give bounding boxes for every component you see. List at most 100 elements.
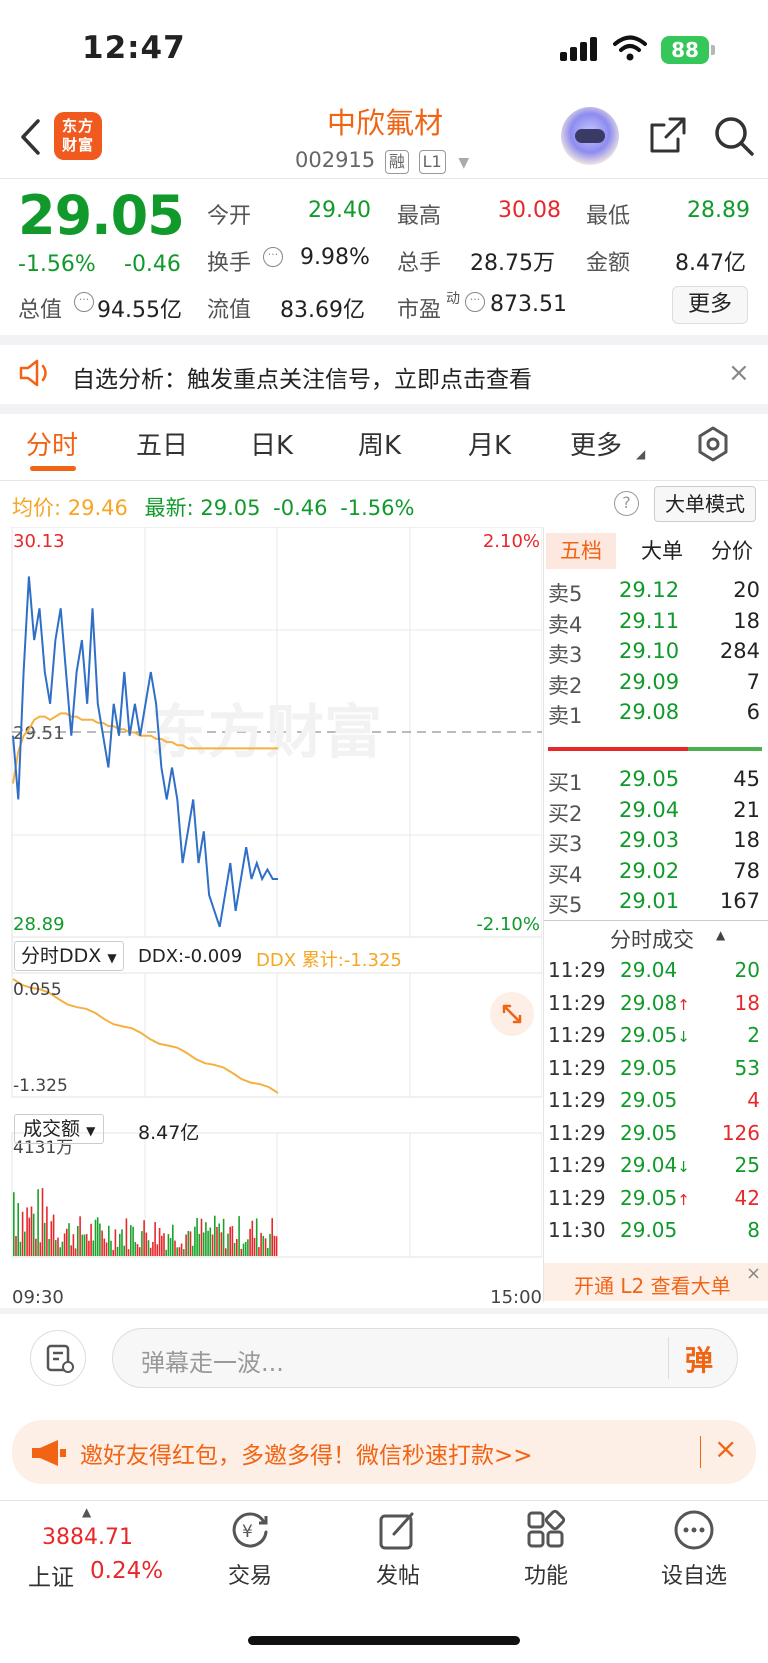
volume-bar (260, 1232, 262, 1256)
volume-bar (178, 1247, 181, 1256)
volume-bar (114, 1229, 117, 1256)
tab-more[interactable]: 更多 (570, 425, 622, 462)
volume-bar (125, 1218, 128, 1256)
expand-icon[interactable] (490, 992, 534, 1036)
nav-watchlist-label: 设自选 (660, 1564, 727, 1589)
volume-bar (52, 1214, 55, 1256)
tab-daily-k[interactable]: 日K (250, 425, 293, 462)
bid-row[interactable]: 买4 29.02 78 (544, 859, 768, 889)
danmaku-send-button[interactable]: 弹 (685, 1339, 713, 1379)
volume-bar (96, 1217, 99, 1256)
info-icon[interactable]: ··· (263, 247, 283, 267)
ai-assistant-icon[interactable] (561, 107, 619, 165)
notes-icon[interactable] (30, 1330, 86, 1386)
trade-time: 11:29 (548, 958, 606, 982)
back-icon[interactable] (18, 118, 42, 156)
stock-code-row[interactable]: 002915 融 L1 ▼ (295, 148, 469, 174)
volume-bar (163, 1233, 165, 1256)
volume-bar (264, 1238, 267, 1256)
info-icon[interactable]: ··· (74, 292, 94, 312)
tab-weekly-k[interactable]: 周K (358, 425, 401, 462)
help-icon[interactable]: ? (614, 491, 639, 516)
volume-bar (26, 1207, 28, 1256)
volume-bar (48, 1239, 50, 1256)
share-icon[interactable] (648, 115, 688, 155)
volume-label: 总手 (397, 251, 442, 276)
float-cap-label: 流值 (207, 298, 252, 323)
nav-functions[interactable]: 功能 (496, 1508, 596, 1590)
volume-bar (196, 1218, 198, 1256)
volume-bar (83, 1234, 86, 1256)
trade-row: 11:29 29.08↑ 18 (544, 991, 768, 1023)
avg-label: 均价: (12, 496, 62, 520)
grid-icon (527, 1509, 566, 1548)
trades-title[interactable]: 分时成交 (610, 924, 694, 954)
ddx-selector[interactable]: 分时DDX ▼ (14, 941, 124, 971)
promo-banner[interactable]: 邀好友得红包，多邀多得！微信秒速打款>> × (12, 1420, 756, 1484)
volume-bar (136, 1244, 139, 1256)
ask-row[interactable]: 卖2 29.09 7 (544, 670, 768, 700)
tab-monthly-k[interactable]: 月K (468, 425, 511, 462)
volume-bar (130, 1225, 132, 1256)
change-value: -0.46 (124, 252, 181, 277)
trade-row: 11:30 29.05 8 (544, 1218, 768, 1250)
volume-bar (43, 1222, 46, 1256)
search-icon[interactable] (712, 114, 756, 158)
index-name[interactable]: 上证 (28, 1558, 74, 1592)
index-pct[interactable]: 0.24% (90, 1558, 163, 1584)
volume-bar (30, 1206, 33, 1256)
bid-row[interactable]: 买3 29.03 18 (544, 828, 768, 858)
volume-bar (269, 1233, 271, 1256)
nav-watchlist[interactable]: 设自选 (644, 1508, 744, 1590)
ask-row[interactable]: 卖5 29.12 20 (544, 578, 768, 608)
volume-bar (271, 1218, 273, 1256)
tab-five-level[interactable]: 五档 (546, 533, 616, 569)
ask-row[interactable]: 卖3 29.10 284 (544, 639, 768, 669)
bid-row[interactable]: 买2 29.04 21 (544, 798, 768, 828)
ask-row[interactable]: 卖1 29.08 6 (544, 700, 768, 730)
tab-large-orders[interactable]: 大单 (632, 533, 692, 569)
close-icon[interactable]: × (746, 1263, 761, 1284)
tab-intraday[interactable]: 分时 (26, 425, 78, 462)
volume-bar (13, 1192, 15, 1256)
ddx-selector-label: 分时DDX (21, 945, 102, 967)
nav-trade[interactable]: ¥ 交易 (200, 1508, 300, 1590)
tab-price-distribution[interactable]: 分价 (700, 533, 764, 569)
trade-price: 29.04↓ (620, 1153, 690, 1177)
volume-bar (68, 1223, 70, 1256)
volume-selector[interactable]: 成交额 ▼ (14, 1114, 105, 1144)
comment-input[interactable]: 弹幕走一波... 弹 (112, 1328, 738, 1388)
close-icon[interactable]: × (714, 1432, 737, 1465)
volume-bar (198, 1233, 201, 1256)
volume-bar (172, 1224, 174, 1256)
chevron-down-icon: ▼ (458, 155, 470, 171)
volume-bar (132, 1226, 134, 1256)
high-value: 30.08 (498, 198, 561, 223)
info-icon[interactable]: ··· (465, 292, 485, 312)
more-quote-button[interactable]: 更多 (672, 286, 748, 324)
chart-info-row: 均价: 29.46 最新: 29.05 -0.46 -1.56% (12, 492, 414, 522)
intraday-chart[interactable]: 东方财富 30.13 29.51 28.89 2.10% -2.10% 0.05… (0, 527, 542, 1307)
bid-row[interactable]: 买1 29.05 45 (544, 767, 768, 797)
stock-name[interactable]: 中欣氟材 (280, 100, 490, 142)
trade-volume: 8 (747, 1218, 760, 1242)
index-value[interactable]: 3884.71 (42, 1525, 133, 1550)
bid-row[interactable]: 买5 29.01 167 (544, 889, 768, 919)
l2-banner[interactable]: 开通 L2 查看大单 × (544, 1263, 768, 1301)
volume-selector-label: 成交额 (23, 1118, 81, 1140)
total-cap-label: 总值 (18, 298, 63, 323)
ask-row[interactable]: 卖4 29.11 18 (544, 609, 768, 639)
notice-text[interactable]: 自选分析：触发重点关注信号，立即点击查看 (72, 360, 532, 394)
close-icon[interactable]: × (728, 358, 750, 388)
large-order-mode-button[interactable]: 大单模式 (654, 486, 756, 522)
trade-volume: 53 (734, 1055, 760, 1080)
bid-label: 买3 (548, 832, 583, 856)
bid-price: 29.01 (619, 889, 680, 913)
nav-post[interactable]: 发帖 (348, 1508, 448, 1590)
volume-bar (92, 1240, 95, 1256)
tab-five-day[interactable]: 五日 (136, 425, 188, 462)
volume-bar (238, 1216, 240, 1256)
gear-icon[interactable] (695, 426, 731, 462)
ask-label: 卖5 (548, 582, 583, 606)
volume-bar (236, 1239, 238, 1256)
